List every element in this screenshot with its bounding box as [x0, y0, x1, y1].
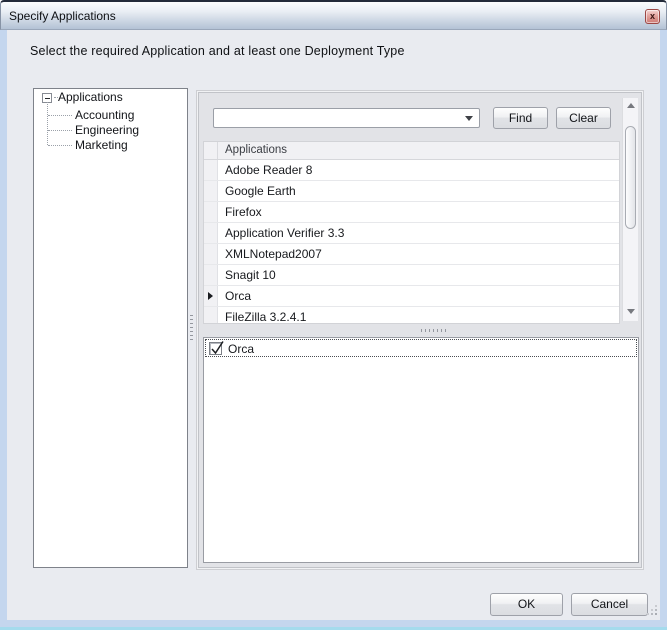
scroll-down-icon[interactable]	[627, 309, 635, 314]
title-bar[interactable]: Specify Applications	[0, 0, 667, 30]
close-icon: x	[650, 11, 655, 21]
application-name-cell: Adobe Reader 8	[218, 160, 312, 180]
panel-splitter-handle[interactable]	[190, 315, 193, 341]
current-row-arrow-icon	[208, 292, 213, 300]
grid-header-indicator-cell	[204, 142, 218, 159]
cancel-button[interactable]: Cancel	[571, 593, 648, 616]
search-input[interactable]	[214, 109, 459, 127]
tree-node-marketing[interactable]: Marketing	[75, 138, 128, 153]
grid-row[interactable]: Adobe Reader 8	[204, 160, 619, 181]
window-frame-left	[0, 30, 7, 630]
application-name-cell: Firefox	[218, 202, 262, 222]
close-button[interactable]: x	[645, 9, 660, 24]
vertical-scrollbar[interactable]	[622, 98, 638, 321]
tree-node-accounting[interactable]: Accounting	[75, 108, 134, 123]
row-indicator-cell	[204, 265, 218, 285]
scroll-up-icon[interactable]	[627, 103, 635, 108]
selected-applications-list: Orca	[203, 337, 639, 563]
grid-row[interactable]: FileZilla 3.2.4.1	[204, 307, 619, 324]
grid-row[interactable]: Application Verifier 3.3	[204, 223, 619, 244]
tree-node-applications[interactable]: Applications	[58, 90, 123, 105]
window-title: Specify Applications	[9, 9, 116, 23]
selected-application-item[interactable]: Orca	[205, 339, 637, 357]
grid-row[interactable]: Snagit 10	[204, 265, 619, 286]
application-name-cell: Orca	[218, 286, 251, 306]
splitter-handle[interactable]	[421, 329, 447, 332]
resize-grip-icon[interactable]	[644, 602, 660, 618]
row-indicator-cell	[204, 307, 218, 324]
minus-icon	[45, 98, 50, 99]
tree-connector-stub	[48, 130, 72, 131]
grid-row[interactable]: Firefox	[204, 202, 619, 223]
ok-button[interactable]: OK	[490, 593, 563, 616]
check-icon	[209, 339, 227, 357]
grid-row[interactable]: Google Earth	[204, 181, 619, 202]
grid-header-row: Applications	[204, 142, 619, 160]
application-name-cell: Application Verifier 3.3	[218, 223, 344, 243]
dropdown-arrow-icon[interactable]	[465, 116, 473, 121]
row-indicator-cell	[204, 244, 218, 264]
applications-panel: Find Clear Applications Adobe Reader 8 G…	[196, 90, 644, 570]
selected-application-label: Orca	[228, 341, 254, 357]
find-button[interactable]: Find	[493, 107, 548, 129]
grid-column-header[interactable]: Applications	[218, 142, 287, 159]
deployment-checkbox[interactable]	[209, 342, 222, 355]
scrollbar-thumb[interactable]	[625, 126, 636, 229]
dialog-window: Specify Applications x Select the requir…	[0, 0, 667, 630]
row-indicator-cell	[204, 202, 218, 222]
tree-connector-stub	[48, 115, 72, 116]
grid-row-current[interactable]: Orca	[204, 286, 619, 307]
search-combobox[interactable]	[213, 108, 480, 128]
row-indicator-cell	[204, 160, 218, 180]
application-name-cell: Google Earth	[218, 181, 296, 201]
row-indicator-cell	[204, 181, 218, 201]
application-name-cell: FileZilla 3.2.4.1	[218, 307, 306, 324]
application-name-cell: Snagit 10	[218, 265, 276, 285]
row-indicator-cell	[204, 223, 218, 243]
row-indicator-cell	[204, 286, 218, 306]
tree-node-engineering[interactable]: Engineering	[75, 123, 139, 138]
instruction-text: Select the required Application and at l…	[30, 44, 405, 58]
window-frame-bottom	[0, 620, 667, 630]
tree-connector-line	[47, 102, 48, 145]
window-frame-right	[660, 30, 667, 630]
grid-row[interactable]: XMLNotepad2007	[204, 244, 619, 265]
tree-connector-stub	[48, 145, 72, 146]
application-name-cell: XMLNotepad2007	[218, 244, 322, 264]
clear-button[interactable]: Clear	[556, 107, 611, 129]
applications-tree: Applications Accounting Engineering Mark…	[33, 88, 188, 568]
applications-grid: Applications Adobe Reader 8 Google Earth…	[203, 141, 620, 324]
